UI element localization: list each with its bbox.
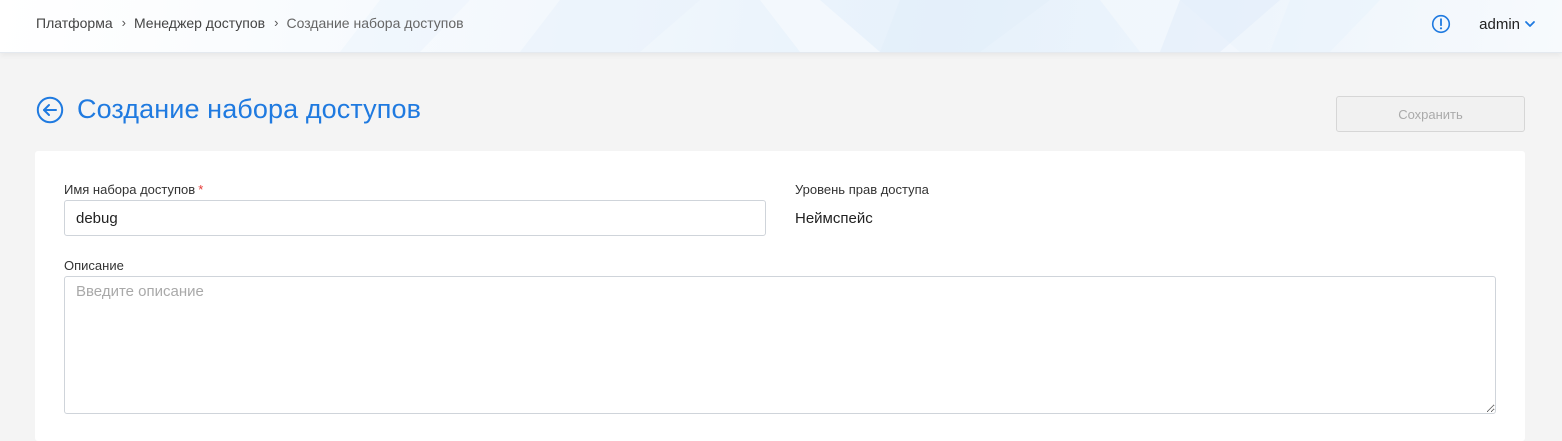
top-header: Платформа › Менеджер доступов › Создание… [0,0,1562,53]
breadcrumb-item-platform[interactable]: Платформа [36,15,113,31]
header-actions: admin [1431,12,1536,36]
access-set-name-input[interactable] [64,200,766,236]
save-button[interactable]: Сохранить [1336,96,1525,132]
access-level-label: Уровень прав доступа [795,182,929,197]
breadcrumb-item-current: Создание набора доступов [286,15,464,31]
user-name: admin [1479,15,1520,33]
form-card: Имя набора доступов* Уровень прав доступ… [35,151,1525,441]
page-title-row: Создание набора доступов [36,94,421,125]
arrow-left-circle-icon[interactable] [36,96,64,124]
name-field-label-text: Имя набора доступов [64,182,196,197]
description-label: Описание [64,258,124,273]
user-menu[interactable]: admin [1479,16,1536,33]
description-textarea[interactable] [64,276,1496,414]
exclamation-circle-icon[interactable] [1431,14,1451,34]
breadcrumb-item-access-manager[interactable]: Менеджер доступов [134,15,265,31]
required-mark: * [198,182,204,197]
breadcrumb-separator-icon: › [121,14,126,30]
name-field-label: Имя набора доступов * [64,182,203,197]
breadcrumb-separator-icon: › [274,14,279,30]
breadcrumb: Платформа › Менеджер доступов › Создание… [36,14,464,32]
page-title: Создание набора доступов [77,94,422,124]
chevron-down-icon [1525,21,1535,27]
access-level-value: Неймспейс [795,210,873,227]
